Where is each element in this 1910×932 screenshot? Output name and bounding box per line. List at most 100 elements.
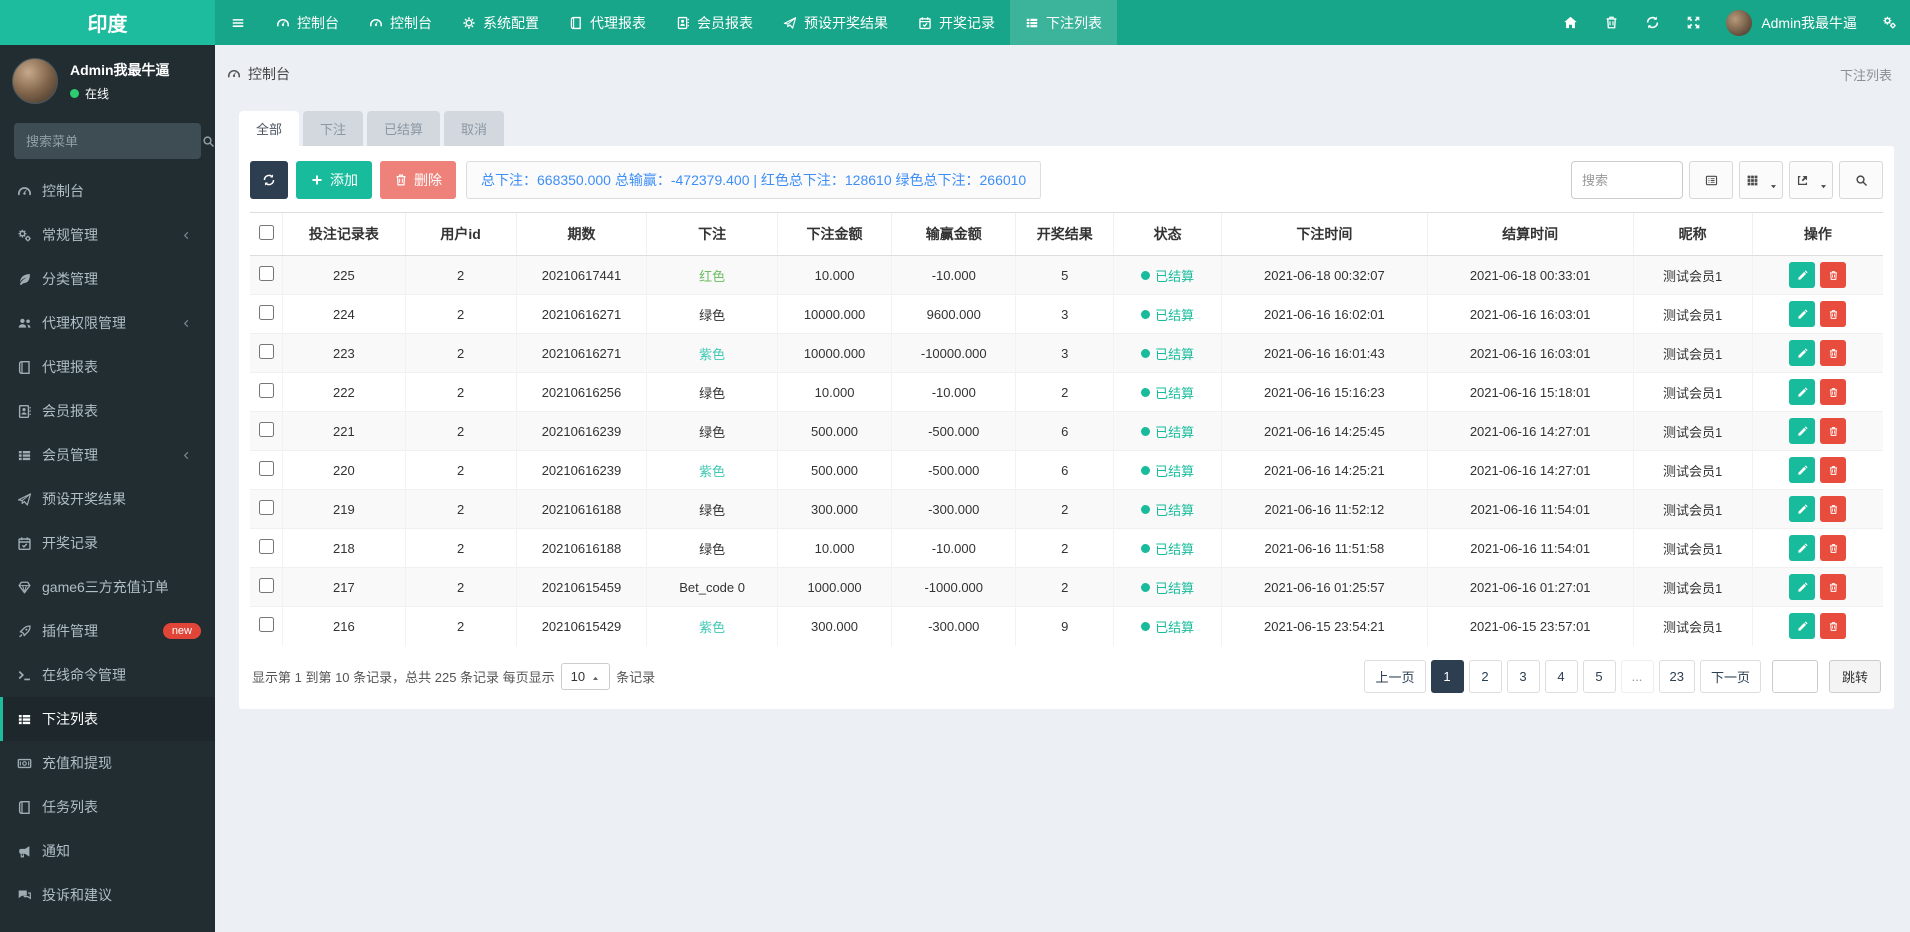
sidebar-item-13[interactable]: 充值和提现 bbox=[0, 741, 215, 785]
column-header: 操作 bbox=[1751, 212, 1883, 256]
delete-button[interactable]: 删除 bbox=[380, 161, 456, 199]
edit-button[interactable] bbox=[1789, 418, 1816, 444]
sidebar-item-9[interactable]: game6三方充值订单 bbox=[0, 565, 215, 609]
delete-row-button[interactable] bbox=[1820, 418, 1847, 444]
jump-page-input[interactable] bbox=[1771, 659, 1818, 693]
nav-item-7[interactable]: 下注列表 bbox=[1010, 0, 1117, 45]
cell-record-id: 222 bbox=[282, 372, 406, 412]
row-checkbox[interactable] bbox=[258, 500, 274, 515]
settings-button[interactable] bbox=[1869, 0, 1910, 45]
export-button[interactable] bbox=[1789, 161, 1833, 199]
nav-item-1[interactable]: 控制台 bbox=[354, 0, 447, 45]
nav-item-4[interactable]: 会员报表 bbox=[661, 0, 768, 45]
edit-button[interactable] bbox=[1789, 574, 1816, 600]
row-checkbox[interactable] bbox=[258, 266, 274, 281]
sidebar-item-12[interactable]: 下注列表 bbox=[0, 697, 215, 741]
columns-button[interactable] bbox=[1739, 161, 1783, 199]
cell-amount: 1000.000 bbox=[776, 567, 892, 607]
sidebar-item-16[interactable]: 投诉和建议 bbox=[0, 873, 215, 917]
delete-row-button[interactable] bbox=[1820, 535, 1847, 561]
delete-row-button[interactable] bbox=[1820, 301, 1847, 327]
row-checkbox[interactable] bbox=[258, 344, 274, 359]
edit-button[interactable] bbox=[1789, 535, 1816, 561]
delete-row-button[interactable] bbox=[1820, 457, 1847, 483]
brand-logo[interactable]: 印度 bbox=[0, 0, 215, 45]
sidebar-item-0[interactable]: 控制台 bbox=[0, 169, 215, 213]
toggle-view-button[interactable] bbox=[1689, 161, 1733, 199]
sidebar-item-5[interactable]: 会员报表 bbox=[0, 389, 215, 433]
delete-row-button[interactable] bbox=[1820, 613, 1847, 640]
edit-button[interactable] bbox=[1789, 301, 1816, 327]
delete-row-button[interactable] bbox=[1820, 496, 1847, 522]
sidebar-item-15[interactable]: 通知 bbox=[0, 829, 215, 873]
row-checkbox[interactable] bbox=[258, 305, 274, 320]
home-button[interactable] bbox=[1550, 0, 1591, 45]
page-size-select[interactable]: 10 bbox=[560, 662, 611, 690]
page-button-5[interactable]: 5 bbox=[1582, 659, 1616, 693]
row-checkbox[interactable] bbox=[258, 539, 274, 554]
prev-page-button[interactable]: 上一页 bbox=[1364, 659, 1426, 693]
row-checkbox[interactable] bbox=[258, 422, 274, 437]
jump-button[interactable]: 跳转 bbox=[1828, 659, 1881, 693]
tab-3[interactable]: 取消 bbox=[444, 111, 505, 146]
sidebar-item-10[interactable]: 插件管理 new bbox=[0, 609, 215, 653]
cell-user-id: 2 bbox=[404, 294, 517, 334]
nav-item-3[interactable]: 代理报表 bbox=[554, 0, 661, 45]
row-checkbox[interactable] bbox=[258, 461, 274, 476]
home-icon bbox=[1564, 16, 1577, 29]
row-checkbox[interactable] bbox=[258, 617, 274, 633]
edit-button[interactable] bbox=[1789, 613, 1816, 640]
add-button[interactable]: 添加 bbox=[296, 161, 372, 199]
sidebar-search-input[interactable] bbox=[26, 133, 202, 149]
user-menu[interactable]: Admin我最牛逼 bbox=[1714, 0, 1869, 45]
tab-2[interactable]: 已结算 bbox=[367, 111, 441, 146]
row-checkbox[interactable] bbox=[258, 383, 274, 398]
row-checkbox[interactable] bbox=[258, 578, 274, 593]
delete-row-button[interactable] bbox=[1820, 262, 1847, 288]
sidebar-item-14[interactable]: 任务列表 bbox=[0, 785, 215, 829]
edit-button[interactable] bbox=[1789, 379, 1816, 405]
delete-row-button[interactable] bbox=[1820, 340, 1847, 366]
nav-item-5[interactable]: 预设开奖结果 bbox=[768, 0, 903, 45]
table-search-input[interactable] bbox=[1571, 161, 1683, 199]
edit-button[interactable] bbox=[1789, 496, 1816, 522]
page-button-23[interactable]: 23 bbox=[1658, 659, 1695, 693]
page-button-1[interactable]: 1 bbox=[1430, 659, 1464, 693]
sidebar-item-11[interactable]: 在线命令管理 bbox=[0, 653, 215, 697]
sidebar-item-2[interactable]: 分类管理 bbox=[0, 257, 215, 301]
nav-item-0[interactable]: 控制台 bbox=[261, 0, 354, 45]
cell-actions bbox=[1751, 255, 1883, 295]
edit-button[interactable] bbox=[1789, 340, 1816, 366]
cell-amount: 300.000 bbox=[776, 606, 892, 646]
page-button-4[interactable]: 4 bbox=[1544, 659, 1578, 693]
trash-button[interactable] bbox=[1591, 0, 1632, 45]
page-button-2[interactable]: 2 bbox=[1468, 659, 1502, 693]
refresh-button[interactable] bbox=[1632, 0, 1673, 45]
tab-0[interactable]: 全部 bbox=[239, 111, 300, 146]
breadcrumb[interactable]: 控制台 bbox=[227, 64, 290, 84]
nav-item-6[interactable]: 开奖记录 bbox=[903, 0, 1010, 45]
sidebar-item-8[interactable]: 开奖记录 bbox=[0, 521, 215, 565]
select-all-checkbox[interactable] bbox=[258, 225, 274, 240]
next-page-button[interactable]: 下一页 bbox=[1699, 659, 1761, 693]
expand-button[interactable] bbox=[1673, 0, 1714, 45]
cell-bet: 紫色 bbox=[646, 333, 778, 373]
search-button[interactable] bbox=[1839, 161, 1883, 199]
search-icon[interactable] bbox=[202, 133, 215, 149]
sidebar-toggle-button[interactable] bbox=[215, 0, 261, 45]
delete-row-button[interactable] bbox=[1820, 379, 1847, 405]
refresh-button[interactable] bbox=[250, 161, 288, 199]
sidebar-item-6[interactable]: 会员管理 bbox=[0, 433, 215, 477]
edit-button[interactable] bbox=[1789, 457, 1816, 483]
sidebar-item-7[interactable]: 预设开奖结果 bbox=[0, 477, 215, 521]
sidebar-item-3[interactable]: 代理权限管理 bbox=[0, 301, 215, 345]
cell-win-lose: -10.000 bbox=[891, 255, 1016, 295]
page-button-3[interactable]: 3 bbox=[1506, 659, 1540, 693]
sidebar-item-1[interactable]: 常规管理 bbox=[0, 213, 215, 257]
ellipsis-page-button[interactable]: ... bbox=[1620, 659, 1654, 693]
nav-item-2[interactable]: 系统配置 bbox=[447, 0, 554, 45]
tab-1[interactable]: 下注 bbox=[303, 111, 364, 146]
delete-row-button[interactable] bbox=[1820, 574, 1847, 600]
sidebar-item-4[interactable]: 代理报表 bbox=[0, 345, 215, 389]
edit-button[interactable] bbox=[1789, 262, 1816, 288]
